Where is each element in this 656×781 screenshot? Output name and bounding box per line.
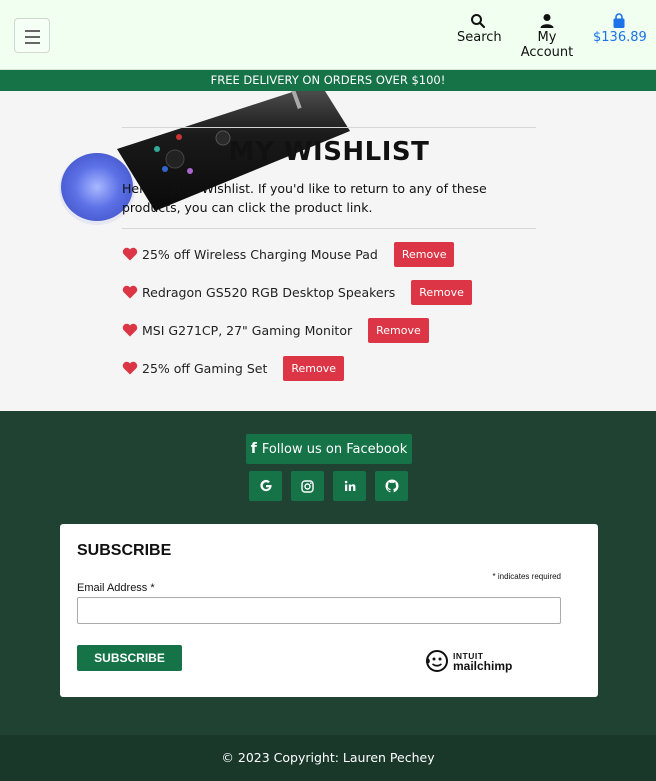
wishlist-section: MY WISHLIST Here is your Wishlist. If yo… [0, 91, 656, 411]
github-icon [384, 479, 399, 493]
divider-bottom [122, 228, 536, 229]
shopping-bag-icon [613, 13, 625, 28]
remove-button[interactable]: Remove [283, 355, 344, 381]
required-note: * indicates required [492, 572, 561, 581]
wishlist-intro: Here is your Wishlist. If you'd like to … [122, 181, 487, 215]
free-delivery-banner: FREE DELIVERY ON ORDERS OVER $100! [0, 70, 656, 91]
product-link[interactable]: Redragon GS520 RGB Desktop Speakers [142, 285, 395, 300]
subscribe-button[interactable]: SUBSCRIBE [77, 645, 182, 671]
menu-toggle-button[interactable] [14, 18, 50, 53]
site-header: Search My Account $136.89 [0, 0, 656, 70]
instagram-icon [301, 479, 314, 493]
instagram-link[interactable] [291, 471, 324, 501]
search-icon [471, 14, 486, 29]
site-footer: f Follow us on Facebook SUBSCRIBE * indi… [0, 411, 656, 735]
facebook-button[interactable]: f Follow us on Facebook [246, 434, 412, 464]
google-icon [259, 479, 272, 492]
facebook-icon: f [250, 441, 257, 457]
github-link[interactable] [375, 471, 408, 501]
search-label: Search [457, 30, 502, 45]
wishlist-item: MSI G271CP, 27" Gaming Monitor Remove [122, 317, 429, 343]
divider-top [122, 127, 536, 128]
heart-icon [122, 285, 138, 299]
linkedin-icon [344, 480, 355, 491]
heart-icon [122, 323, 138, 337]
product-link[interactable]: 25% off Gaming Set [142, 361, 267, 376]
product-link[interactable]: MSI G271CP, 27" Gaming Monitor [142, 323, 352, 338]
my-account-label: My Account [520, 30, 574, 60]
wishlist-item: 25% off Gaming Set Remove [122, 355, 344, 381]
facebook-label: Follow us on Facebook [261, 441, 408, 457]
hamburger-icon [25, 30, 40, 32]
wishlist-item: Redragon GS520 RGB Desktop Speakers Remo… [122, 279, 472, 305]
remove-button[interactable]: Remove [411, 279, 472, 305]
heart-icon [122, 361, 138, 375]
copyright-bar: © 2023 Copyright: Lauren Pechey [0, 735, 656, 781]
hamburger-line [25, 36, 40, 38]
linkedin-link[interactable] [333, 471, 366, 501]
subscribe-form: SUBSCRIBE * indicates required Email Add… [60, 524, 598, 697]
hamburger-line [25, 42, 40, 44]
user-icon [540, 14, 554, 28]
heart-icon [122, 247, 138, 261]
cart-link[interactable]: $136.89 [593, 13, 647, 45]
mailchimp-freddie-icon [426, 650, 448, 672]
remove-button[interactable]: Remove [393, 241, 455, 267]
email-label: Email Address * [77, 582, 155, 594]
product-link[interactable]: 25% off Wireless Charging Mouse Pad [142, 247, 378, 262]
page-title: MY WISHLIST [228, 137, 430, 167]
mailchimp-logo[interactable]: INTUIT mailchimp [425, 649, 512, 673]
mailchimp-logo-line2: mailchimp [453, 659, 513, 673]
search-link[interactable]: Search [457, 13, 502, 45]
subscribe-title: SUBSCRIBE [77, 542, 172, 559]
google-link[interactable] [249, 471, 282, 501]
remove-button[interactable]: Remove [368, 317, 429, 343]
cart-total: $136.89 [593, 30, 647, 45]
wishlist-item: 25% off Wireless Charging Mouse Pad Remo… [122, 241, 455, 267]
email-field[interactable] [77, 597, 561, 624]
my-account-link[interactable]: My Account [511, 13, 583, 60]
